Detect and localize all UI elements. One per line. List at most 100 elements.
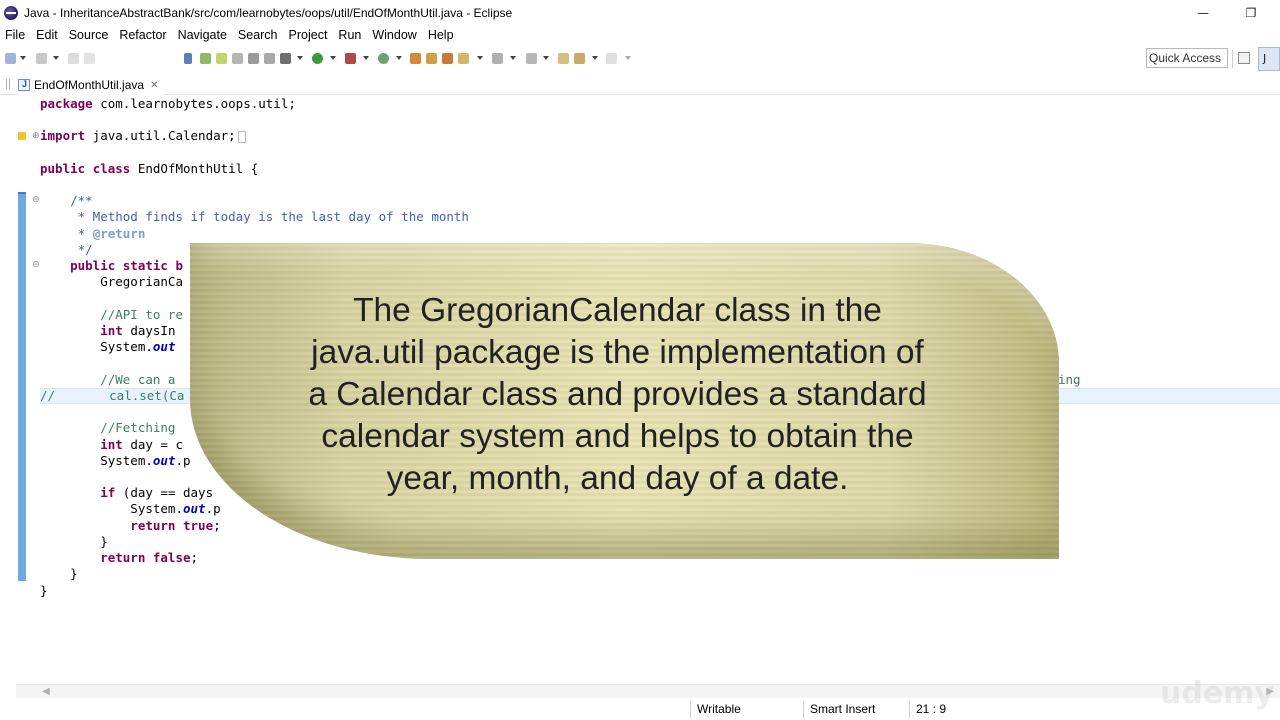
coverage-icon[interactable] xyxy=(345,53,356,64)
folding-ruler: ⊕ ⊖ ⊖ xyxy=(30,96,40,684)
print-icon[interactable] xyxy=(84,53,95,64)
next-annotation-icon[interactable] xyxy=(248,53,259,64)
run-dropdown-icon[interactable] xyxy=(330,56,336,60)
open-type-icon[interactable] xyxy=(458,53,469,64)
open-perspective-icon[interactable] xyxy=(1238,52,1250,64)
editor-tab[interactable]: EndOfMonthUtil.java ✕ xyxy=(18,75,165,95)
code-line: public class EndOfMonthUtil { xyxy=(40,161,259,176)
horizontal-scrollbar[interactable]: ◀ ▶ xyxy=(16,684,1280,698)
main-toolbar: Quick Access J xyxy=(0,46,1280,73)
menu-help[interactable]: Help xyxy=(423,28,460,42)
block-selection-icon[interactable] xyxy=(216,53,227,64)
coverage-dropdown-icon[interactable] xyxy=(363,56,369,60)
debug-icon[interactable] xyxy=(280,53,291,64)
editor-tab-row: EndOfMonthUtil.java ✕ xyxy=(0,73,1280,95)
status-separator xyxy=(690,701,691,718)
menu-file[interactable]: File xyxy=(0,28,31,42)
java-perspective-button[interactable]: J xyxy=(1258,47,1280,71)
code-line: int day = c xyxy=(40,437,184,452)
forward-dropdown-icon[interactable] xyxy=(625,56,631,60)
code-line: /** xyxy=(40,193,93,208)
caption-line: The GregorianCalendar class in the xyxy=(353,292,882,329)
status-separator xyxy=(909,701,910,718)
forward-icon[interactable] xyxy=(606,53,617,64)
expand-fold-icon[interactable]: ⊕ xyxy=(32,132,40,141)
caption-line: year, month, and day of a date. xyxy=(386,460,849,497)
code-line: public static b xyxy=(40,258,183,273)
collapse-fold-icon[interactable]: ⊖ xyxy=(32,196,40,205)
menu-refactor[interactable]: Refactor xyxy=(114,28,172,42)
code-line: int daysIn xyxy=(40,323,176,338)
range-indicator xyxy=(18,194,26,581)
collapsed-imports-icon[interactable] xyxy=(237,130,246,143)
code-line-tail: ing xyxy=(1058,372,1081,387)
status-cursor-position: 21 : 9 xyxy=(916,702,947,716)
back-icon[interactable] xyxy=(574,53,585,64)
warning-marker-icon[interactable] xyxy=(18,132,26,140)
caption-line: a Calendar class and provides a standard xyxy=(308,376,927,413)
code-line: package com.learnobytes.oops.util; xyxy=(40,96,296,111)
code-line: return false; xyxy=(40,550,198,565)
minimize-button[interactable]: — xyxy=(1180,0,1226,25)
minimize-icon: — xyxy=(1197,5,1209,20)
code-line: import java.util.Calendar; xyxy=(40,128,246,144)
highlight-icon[interactable] xyxy=(200,53,211,64)
next-edit-dropdown-icon[interactable] xyxy=(543,56,549,60)
menu-bar: File Edit Source Refactor Navigate Searc… xyxy=(0,25,1280,45)
quick-access-field[interactable]: Quick Access xyxy=(1146,48,1228,68)
menu-source[interactable]: Source xyxy=(64,28,115,42)
menu-run[interactable]: Run xyxy=(333,28,367,42)
new-dropdown-icon[interactable] xyxy=(20,56,26,60)
minimize-handle-icon[interactable] xyxy=(6,79,10,89)
external-tools-dropdown-icon[interactable] xyxy=(396,56,402,60)
code-line: //We can a xyxy=(40,372,176,387)
status-bar: Writable Smart Insert 21 : 9 xyxy=(0,699,1280,720)
code-line: } xyxy=(40,583,48,598)
status-separator xyxy=(803,701,804,718)
status-insert-mode[interactable]: Smart Insert xyxy=(810,702,875,716)
editor-tab-label: EndOfMonthUtil.java xyxy=(34,78,145,92)
caption-text: The GregorianCalendar class in the java.… xyxy=(250,290,985,500)
scroll-left-icon[interactable]: ◀ xyxy=(42,686,50,697)
menu-search[interactable]: Search xyxy=(233,28,284,42)
code-line: GregorianCa xyxy=(40,274,183,289)
save-all-icon[interactable] xyxy=(68,53,79,64)
new-package-icon[interactable] xyxy=(426,53,437,64)
menu-edit[interactable]: Edit xyxy=(31,28,64,42)
run-icon[interactable] xyxy=(312,53,323,64)
vertical-ruler xyxy=(16,96,30,684)
next-edit-icon[interactable] xyxy=(526,53,537,64)
code-line: if (day == days xyxy=(40,485,214,500)
new-icon[interactable] xyxy=(5,53,16,64)
code-line: * @return xyxy=(40,226,146,241)
prev-annotation-icon[interactable] xyxy=(264,53,275,64)
restore-button[interactable]: ❐ xyxy=(1228,0,1274,25)
collapse-fold-icon[interactable]: ⊖ xyxy=(32,261,40,270)
debug-dropdown-icon[interactable] xyxy=(297,56,303,60)
last-edit-icon[interactable] xyxy=(558,53,569,64)
external-tools-icon[interactable] xyxy=(378,53,389,64)
search-dropdown-icon[interactable] xyxy=(510,56,516,60)
status-writable: Writable xyxy=(697,702,741,716)
open-type-dropdown-icon[interactable] xyxy=(477,56,483,60)
udemy-watermark: udemy xyxy=(1160,676,1274,711)
close-tab-icon[interactable]: ✕ xyxy=(150,80,158,91)
code-line: * Method finds if today is the last day … xyxy=(40,209,469,224)
code-line: System.out xyxy=(40,339,176,354)
menu-project[interactable]: Project xyxy=(284,28,334,42)
code-line: System.out.p xyxy=(40,453,191,468)
back-dropdown-icon[interactable] xyxy=(592,56,598,60)
search-tool-icon[interactable] xyxy=(492,53,503,64)
toolbar-separator xyxy=(1232,50,1233,68)
menu-window[interactable]: Window xyxy=(367,28,422,42)
code-line: cal.set(Ca xyxy=(64,388,185,403)
toggle-mark-icon[interactable] xyxy=(184,53,192,64)
new-java-project-icon[interactable] xyxy=(410,53,421,64)
whitespace-icon[interactable] xyxy=(232,53,243,64)
menu-navigate[interactable]: Navigate xyxy=(173,28,233,42)
save-dropdown-icon[interactable] xyxy=(53,56,59,60)
code-line: //API to re xyxy=(40,307,183,322)
commented-prefix: // xyxy=(40,388,56,403)
new-class-icon[interactable] xyxy=(442,53,453,64)
save-icon[interactable] xyxy=(36,53,47,64)
